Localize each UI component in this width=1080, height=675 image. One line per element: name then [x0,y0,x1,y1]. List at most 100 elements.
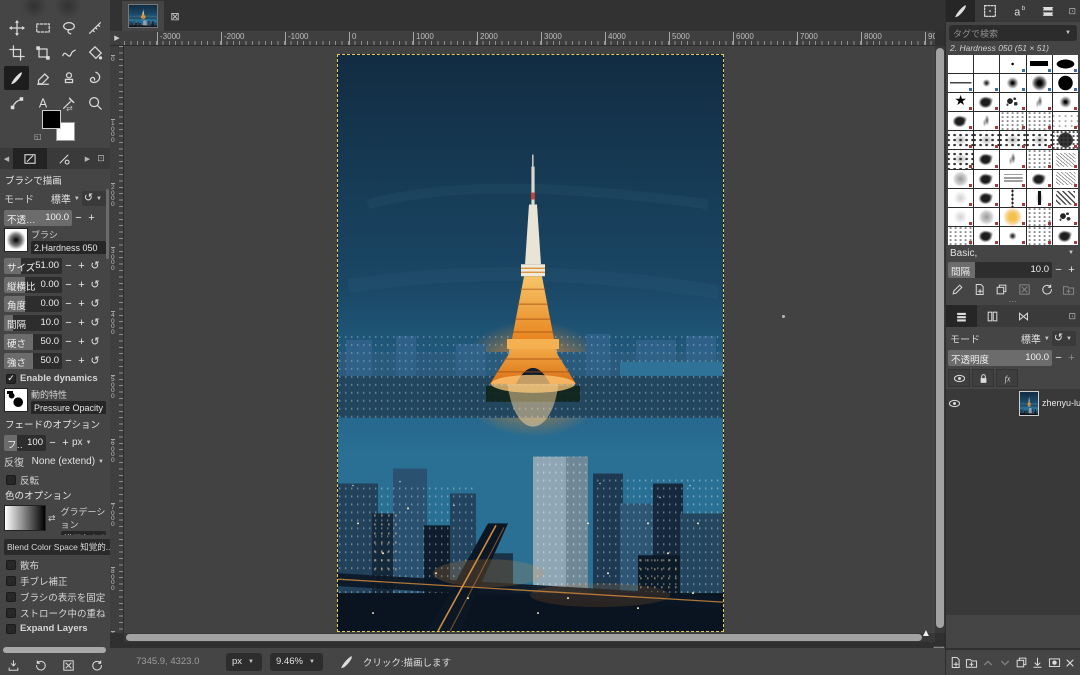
brush-cell[interactable] [1053,112,1078,130]
tab-patterns[interactable] [975,0,1004,22]
brush-cell[interactable] [1053,227,1078,245]
plus-button[interactable]: + [75,277,88,293]
ruler-origin-button[interactable]: ▶ [110,31,124,46]
tool-clone[interactable] [56,66,81,90]
zoom-dropdown[interactable]: 9.46%▼ [270,653,323,671]
tabs-scroll-left-icon[interactable]: ◀ [0,148,13,169]
tabs-scroll-right-icon[interactable]: ▶ [81,148,94,169]
brush-search-input[interactable]: タグで検索 ▼ [949,25,1077,41]
visibility-column-eye-icon[interactable] [948,369,970,387]
new-layer-button[interactable] [948,655,963,671]
opacity-minus-button[interactable]: − [72,210,85,226]
tool-options-hscrollbar[interactable] [3,647,106,653]
layer-name[interactable]: zhenyu-luo [1042,398,1080,408]
option-checkbox-4[interactable]: Expand Layers [4,621,106,636]
spacing-minus-button[interactable]: − [1052,262,1065,278]
checkbox-icon[interactable] [6,576,16,586]
layer-opacity-plus-button[interactable]: + [1065,350,1078,366]
tool-warp-transform[interactable] [56,41,81,65]
brush-cell[interactable] [974,131,999,149]
brush-cell[interactable] [1000,112,1025,130]
tool-paintbrush[interactable] [4,66,29,90]
tab-brushes[interactable] [946,0,975,22]
reset-button[interactable]: ↺ [88,353,102,369]
brush-cell[interactable] [948,208,973,226]
swap-colors-icon[interactable]: ⇄ [66,104,73,113]
image-tab[interactable] [122,1,164,31]
reset-button[interactable]: ↺ [88,334,102,350]
brush-cell[interactable] [1027,74,1052,92]
checkbox-checked-icon[interactable]: ✓ [6,374,16,384]
brush-cell[interactable] [1000,74,1025,92]
delete-brush-button[interactable] [1015,281,1034,298]
brush-cell[interactable] [974,227,999,245]
brush-cell[interactable] [1027,131,1052,149]
tab-menu-icon[interactable]: ⊡ [1062,0,1080,22]
brush-selector[interactable]: ブラシ 2.Hardness 050 [4,228,106,254]
enable-dynamics-checkbox[interactable]: ✓ Enable dynamics [4,371,106,386]
brush-cell[interactable] [1000,189,1025,207]
brush-cell[interactable] [1053,208,1078,226]
opacity-plus-button[interactable]: + [85,210,98,226]
brush-cell[interactable] [948,189,973,207]
tool-options-scrollbar[interactable] [106,189,109,259]
layer-opacity-slider[interactable]: 不透明度 100.0 [948,350,1052,366]
chevron-down-icon[interactable]: ▼ [86,440,92,446]
canvas-vscrollbar[interactable] [935,46,945,633]
chevron-down-icon[interactable]: ▼ [98,459,104,465]
open-brush-button[interactable] [1059,281,1078,298]
dynamics-thumbnail[interactable] [4,388,28,412]
brush-group-dropdown[interactable]: Basic, ▼ [946,245,1080,261]
tab-device-status[interactable] [47,148,81,169]
canvas-viewport[interactable] [124,46,935,633]
lower-layer-button[interactable] [997,655,1012,671]
plus-button[interactable]: + [75,334,88,350]
param-slider-2[interactable]: 角度0.00 [4,296,62,312]
option-checkbox-0[interactable]: 散布 [4,557,106,572]
add-mask-button[interactable] [1047,655,1062,671]
minus-button[interactable]: − [62,315,75,331]
tool-paths[interactable] [4,91,29,115]
delete-layer-button[interactable] [1063,655,1078,671]
brush-cell[interactable] [1053,74,1078,92]
save-tool-preset-button[interactable] [4,656,24,674]
layer-mode-value[interactable]: 標準 [1021,331,1041,346]
reset-button[interactable]: ↺ [88,258,102,274]
minus-button[interactable]: − [62,296,75,312]
brush-cell[interactable] [948,55,973,73]
tool-free-select[interactable] [56,16,81,40]
checkbox-icon[interactable] [6,560,16,570]
tool-move[interactable] [4,16,29,40]
tab-menu-icon[interactable]: ⊡ [94,148,108,169]
duplicate-layer-button[interactable] [1014,655,1029,671]
fade-plus-button[interactable]: + [59,435,72,451]
brush-cell[interactable] [1000,170,1025,188]
brush-cell[interactable] [1000,55,1025,73]
brush-cell[interactable] [1000,208,1025,226]
layer-visibility-eye-icon[interactable] [948,397,961,410]
foreground-color-swatch[interactable] [42,110,61,129]
brush-cell[interactable] [1027,170,1052,188]
plus-button[interactable]: + [75,353,88,369]
mode-value[interactable]: 標準 [51,191,71,206]
new-brush-button[interactable] [970,281,989,298]
brush-cell[interactable] [948,227,973,245]
minus-button[interactable]: − [62,258,75,274]
layer-row[interactable]: zhenyu-luo [946,389,1080,417]
effects-column-fx-icon[interactable]: fx [996,369,1018,387]
tab-gradients[interactable] [1033,0,1062,22]
delete-tool-preset-button[interactable] [59,656,79,674]
brush-thumbnail[interactable] [4,228,28,252]
brush-cell[interactable] [948,74,973,92]
brush-cell[interactable] [1053,55,1078,73]
chevron-down-icon[interactable]: ▼ [1065,30,1071,36]
canvas-image[interactable] [338,55,723,631]
image-tab-thumbnail[interactable] [128,4,158,28]
vertical-ruler[interactable]: 01 0 0 02 0 0 03 0 0 04 0 0 05 0 0 06 0 … [110,46,124,633]
brush-cell[interactable] [1053,93,1078,111]
raise-layer-button[interactable] [981,655,996,671]
brush-cell[interactable] [1053,170,1078,188]
tool-eraser[interactable] [30,66,55,90]
brush-cell[interactable] [1027,150,1052,168]
dynamics-value[interactable]: Pressure Opacity [31,401,106,414]
